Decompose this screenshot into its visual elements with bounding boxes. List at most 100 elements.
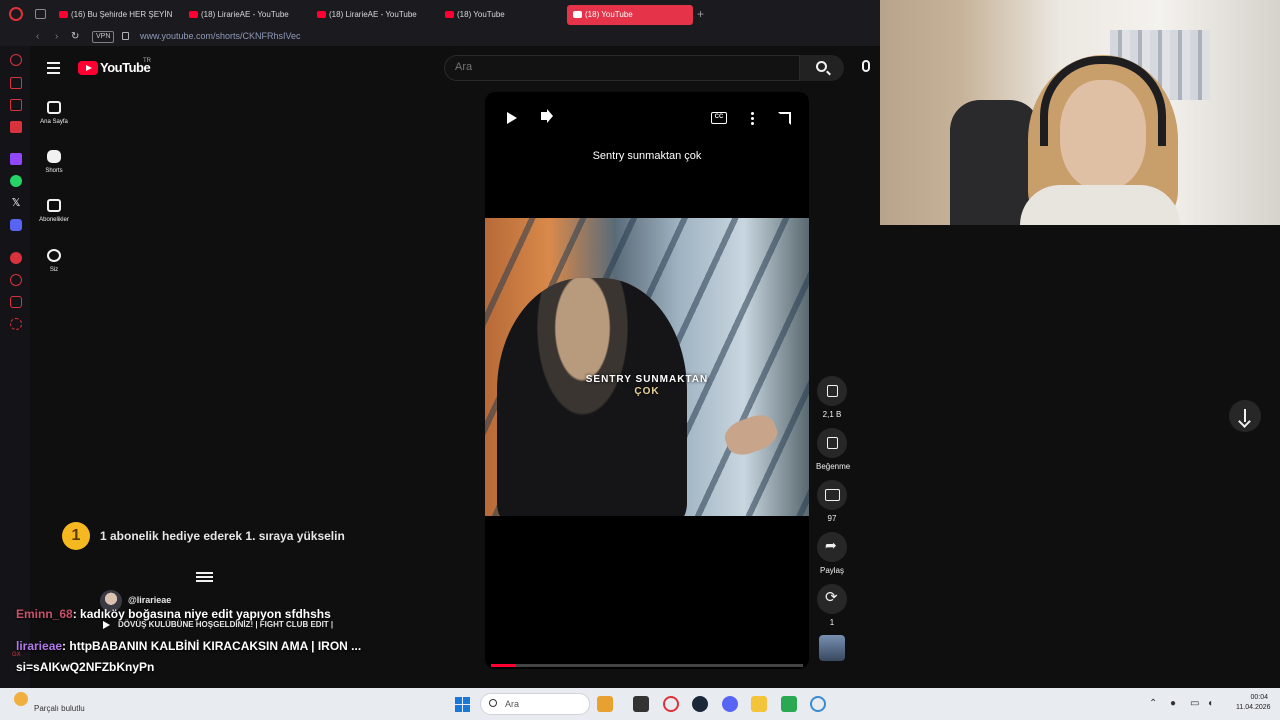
search-box[interactable] [444, 55, 800, 81]
fullscreen-icon[interactable] [778, 112, 791, 125]
x-twitter-icon[interactable]: 𝕏 [10, 197, 22, 209]
browser-tab-4[interactable]: (18) YouTube [443, 5, 561, 25]
video-person [497, 278, 687, 516]
aria-icon[interactable] [10, 54, 22, 66]
settings-icon[interactable] [10, 318, 22, 330]
remix-icon [817, 584, 847, 614]
video-frame[interactable]: SENTRY SUNMAKTAN ÇOK [485, 218, 809, 516]
search-input[interactable] [455, 61, 785, 73]
subscriptions-icon [47, 199, 61, 212]
play-icon[interactable] [507, 112, 517, 124]
account-icon [47, 249, 61, 262]
comment-count: 97 [827, 514, 837, 523]
network-icon[interactable]: ▭ [1190, 698, 1199, 709]
youtube-favicon-icon [317, 11, 326, 18]
nav-home[interactable]: Ana Sayfa [30, 101, 78, 125]
microphone-icon[interactable] [862, 60, 870, 72]
volume-icon[interactable] [541, 112, 547, 120]
hamburger-menu-icon[interactable] [47, 62, 60, 74]
file-explorer-icon[interactable] [751, 696, 767, 712]
share-label: Paylaş [819, 566, 844, 575]
nav-subscriptions[interactable]: Abonelikler [30, 199, 78, 223]
youtube-logo-icon[interactable] [78, 61, 98, 75]
mail-icon[interactable] [10, 121, 22, 133]
cube-icon[interactable] [10, 296, 22, 308]
channel-avatar[interactable] [819, 635, 845, 661]
extension-icon[interactable] [10, 77, 22, 89]
nav-you[interactable]: Siz [30, 249, 78, 273]
forward-icon[interactable]: › [55, 31, 58, 42]
reload-icon[interactable]: ↻ [71, 31, 79, 42]
back-icon[interactable]: ‹ [36, 31, 39, 42]
nav-you-label: Siz [49, 267, 59, 273]
weather-label[interactable]: Parçalı bulutlu [34, 704, 85, 713]
webcam-overlay [880, 0, 1280, 225]
share-button[interactable]: Paylaş [816, 532, 848, 575]
shorts-player[interactable]: CC Sentry sunmaktan çok SENTRY SUNMAKTAN… [485, 92, 809, 669]
game-app-icon[interactable] [597, 696, 613, 712]
youtube-favicon-icon [445, 11, 454, 18]
steam-icon[interactable] [692, 696, 708, 712]
chat-message-continued: si=sAIKwQ2NFZbKnyPn [16, 660, 155, 674]
history-icon[interactable] [10, 274, 22, 286]
browser-tab-3[interactable]: (18) LirarieAE - YouTube [315, 5, 433, 25]
address-bar: ‹ › ↻ VPN www.youtube.com/shorts/CKNFRhs… [0, 29, 880, 46]
browser-tab-active[interactable]: (18) YouTube [567, 5, 693, 25]
vpn-badge[interactable]: VPN [92, 31, 115, 43]
taskbar-search-placeholder: Ara [505, 699, 520, 709]
like-count: 2,1 B [822, 410, 842, 419]
nav-subscriptions-label: Abonelikler [39, 217, 69, 223]
like-button[interactable]: 2,1 B [816, 376, 848, 419]
lock-icon[interactable] [122, 32, 129, 40]
weather-icon[interactable] [14, 692, 28, 706]
gx-label: GX [12, 652, 21, 658]
dislike-button[interactable]: Beğenme [816, 428, 851, 471]
settings-taskbar-icon[interactable] [810, 696, 826, 712]
taskbar-search[interactable]: Ara [480, 693, 590, 715]
nav-shorts[interactable]: Shorts [30, 150, 78, 174]
discord-taskbar-icon[interactable] [722, 696, 738, 712]
opera-logo-icon[interactable] [9, 7, 23, 21]
more-options-icon[interactable] [751, 112, 754, 125]
thumbs-up-icon [817, 376, 847, 406]
clock-time: 00:04 [1250, 694, 1268, 701]
microphone-tray-icon[interactable]: ● [1170, 698, 1176, 709]
speaker-icon[interactable]: ◖ [1207, 698, 1213, 709]
video-title: Sentry sunmaktan çok [592, 150, 702, 162]
thumbs-down-icon [817, 428, 847, 458]
comments-button[interactable]: 97 [816, 480, 848, 523]
twitch-icon[interactable] [10, 153, 22, 165]
task-view-icon[interactable] [633, 696, 649, 712]
opera-sidebar: 𝕏 [0, 46, 30, 688]
tab-islands-icon[interactable] [35, 9, 46, 19]
country-code: TR [143, 58, 151, 64]
tray-chevron-icon[interactable]: ⌃ [1149, 698, 1157, 709]
windows-start-icon[interactable] [455, 697, 470, 712]
video-progress-bar[interactable] [491, 664, 803, 667]
rank-badge: 1 [62, 522, 90, 550]
remix-count: 1 [829, 618, 835, 627]
nav-home-label: Ana Sayfa [40, 119, 68, 125]
music-player-icon[interactable] [10, 252, 22, 264]
discord-icon[interactable] [10, 219, 22, 231]
rank-prompt-text: 1 abonelik hediye ederek 1. sıraya yükse… [100, 529, 345, 543]
browser-tab-2[interactable]: (18) LirarieAE - YouTube [187, 5, 305, 25]
now-playing-user: @lirarieae [128, 595, 172, 605]
chat-message: Eminn_68: kadıköy boğasına niye edit yap… [16, 607, 331, 621]
chat-message: lirarieae: httpBABANIN KALBİNİ KIRACAKSI… [16, 639, 362, 653]
captions-button[interactable]: CC [711, 112, 727, 124]
youtube-favicon-icon [573, 11, 582, 18]
new-tab-button[interactable]: + [697, 7, 704, 21]
dislike-label: Beğenme [816, 462, 851, 471]
whatsapp-icon[interactable] [10, 175, 22, 187]
browser-tab-1[interactable]: (16) Bu Şehirde HER ŞEYİN [57, 5, 175, 25]
search-button[interactable] [800, 55, 844, 81]
clock[interactable]: 00:04 11.04.2026 [1236, 693, 1271, 713]
remix-button[interactable]: 1 [816, 584, 848, 627]
gx-corner-icon[interactable] [10, 99, 22, 111]
url-field[interactable]: www.youtube.com/shorts/CKNFRhsIVec [140, 31, 301, 41]
youtube-favicon-icon [59, 11, 68, 18]
next-short-arrow-icon[interactable] [1229, 400, 1261, 432]
opera-gx-taskbar-icon[interactable] [663, 696, 679, 712]
app-icon[interactable] [781, 696, 797, 712]
